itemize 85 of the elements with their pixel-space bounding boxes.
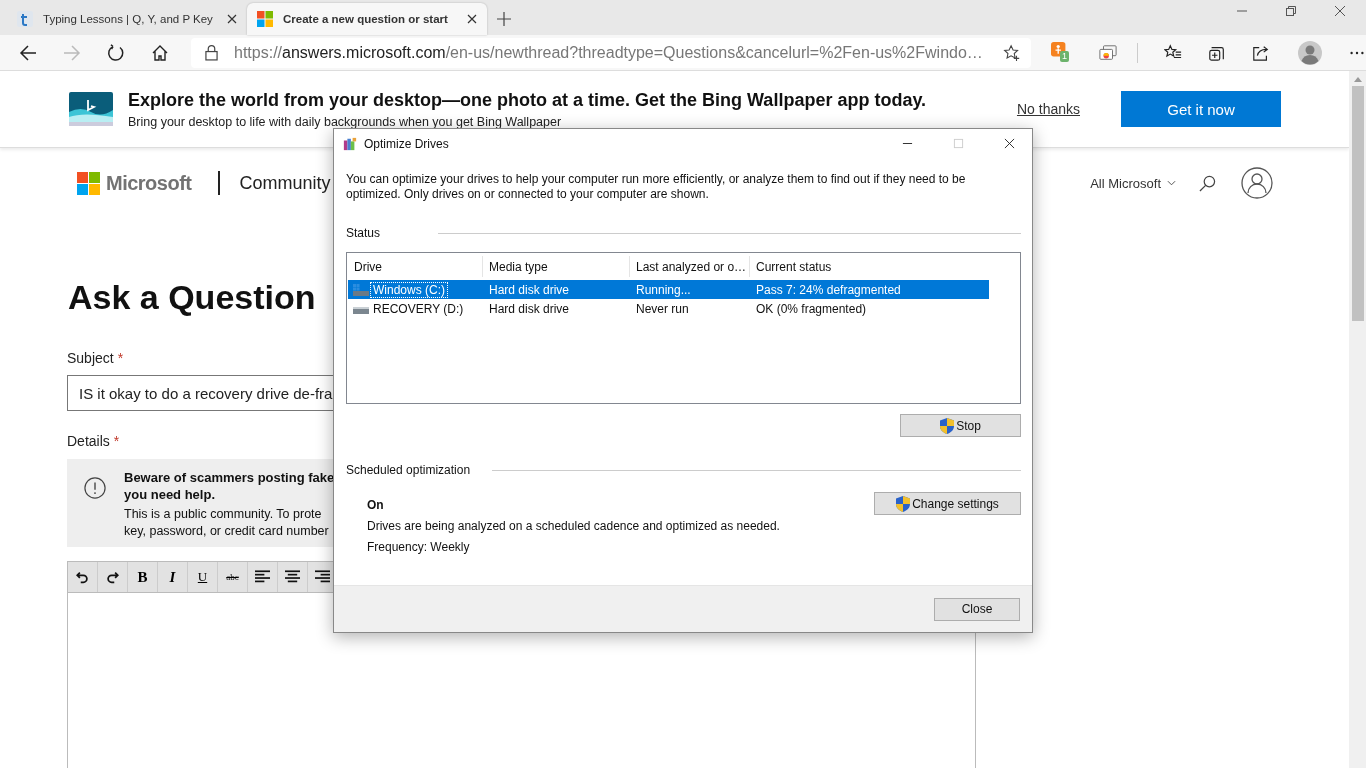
column-header[interactable]: Drive	[348, 256, 482, 277]
stop-button[interactable]: Stop	[900, 414, 1021, 437]
page-heading: Ask a Question	[68, 277, 316, 317]
subject-label: Subject	[67, 350, 114, 366]
notice-title: Beware of scammers posting fake you need help.	[124, 469, 335, 503]
extension-badge: 1	[1060, 50, 1069, 62]
column-header[interactable]: Last analyzed or o…	[629, 256, 749, 277]
redo-icon	[105, 570, 120, 584]
refresh-icon[interactable]	[107, 43, 125, 62]
search-icon[interactable]	[1199, 174, 1216, 192]
underline-button[interactable]: U	[188, 562, 218, 592]
align-right-icon	[315, 570, 330, 584]
align-center-icon	[285, 570, 300, 584]
column-header[interactable]: Current status	[749, 256, 991, 277]
address-bar[interactable]: https://answers.microsoft.com/en-us/newthread?threadtype=Questions&cancelurl=%2Fen-us%2Fwindo…	[191, 37, 1031, 68]
close-icon[interactable]	[1004, 138, 1015, 149]
notice-text: This is a public community. To prote key, password, or credit card number	[124, 506, 330, 540]
no-thanks-link[interactable]: No thanks	[1016, 101, 1080, 117]
browser-tab[interactable]: Typing Lessons | Q, Y, and P Key	[7, 3, 247, 35]
details-label: Details	[67, 433, 110, 449]
drive-row[interactable]: RECOVERY (D:) Hard disk drive Never run OK (0% fragmented)	[348, 299, 989, 318]
lock-icon	[205, 44, 218, 61]
back-icon[interactable]	[19, 43, 37, 62]
brand-name[interactable]: Microsoft	[106, 171, 192, 195]
redo-button[interactable]	[98, 562, 128, 592]
close-icon[interactable]	[467, 14, 477, 24]
microsoft-logo-icon	[77, 171, 100, 195]
restore-icon[interactable]	[1285, 4, 1297, 17]
get-it-now-button[interactable]: Get it now	[1121, 91, 1281, 127]
schedule-state: On	[367, 498, 385, 512]
home-icon[interactable]	[151, 43, 169, 62]
new-tab-icon[interactable]	[497, 12, 511, 26]
last-analyzed-cell-text: Never run	[635, 300, 690, 318]
required-mark: *	[117, 350, 124, 366]
media-type-cell-text: Hard disk drive	[488, 300, 571, 318]
maximize-icon	[953, 138, 964, 149]
tab-title: Create a new question or start	[283, 13, 449, 25]
bold-button[interactable]: B	[128, 562, 158, 592]
defrag-icon	[343, 136, 357, 151]
intro-text: You can optimize your drives to help your computer run more efficiently, or analyze them to find out if they need to be optimized. Only drives on or connected to your computer are shown.	[346, 172, 967, 202]
section-title[interactable]: Community	[239, 172, 331, 194]
scrollbar-thumb[interactable]	[1351, 86, 1364, 321]
url-text: https://answers.microsoft.com/en-us/newthread?threadtype=Questions&cancelurl=%2Fen-us%2Fwindo…	[234, 43, 984, 62]
current-status-cell-text: OK (0% fragmented)	[755, 300, 868, 318]
add-favorite-icon[interactable]	[1003, 43, 1021, 62]
exclamation-icon	[84, 477, 106, 499]
italic-button[interactable]: I	[158, 562, 188, 592]
align-center-button[interactable]	[278, 562, 308, 592]
drive-row[interactable]: Windows (C:) Hard disk drive Running... Pass 7: 24% defragmented	[348, 280, 989, 299]
profile-avatar-icon[interactable]	[1298, 40, 1322, 65]
browser-tab[interactable]: Create a new question or start	[247, 3, 487, 35]
shield-icon	[940, 417, 955, 434]
last-analyzed-cell-text: Running...	[635, 281, 692, 299]
drive-name: RECOVERY (D:)	[372, 301, 465, 316]
frequency-text: Frequency: Weekly	[367, 540, 471, 554]
tab-title: Typing Lessons | Q, Y, and P Key	[43, 13, 214, 25]
align-left-button[interactable]	[248, 562, 278, 592]
strikethrough-button[interactable]: abc	[218, 562, 248, 592]
undo-button[interactable]	[68, 562, 98, 592]
close-button[interactable]: Close	[934, 597, 1020, 621]
shield-icon	[896, 495, 911, 512]
close-icon[interactable]	[227, 14, 237, 24]
account-icon[interactable]	[1241, 167, 1273, 199]
current-status-cell-text: Pass 7: 24% defragmented	[755, 281, 902, 299]
change-settings-button[interactable]: Change settings	[874, 492, 1021, 515]
undo-icon	[75, 570, 90, 584]
dialog-title: Optimize Drives	[364, 136, 449, 151]
banner-title: Explore the world from your desktop—one photo at a time. Get the Bing Wallpaper app today.	[128, 89, 928, 111]
system-drive-icon	[353, 283, 369, 296]
microsoft-logo-icon	[257, 11, 273, 27]
schedule-description: Drives are being analyzed on a scheduled cadence and optimized as needed.	[367, 519, 780, 533]
letter-t-icon	[17, 11, 33, 27]
share-icon[interactable]	[1252, 43, 1270, 62]
all-microsoft-menu[interactable]: All Microsoft	[1090, 175, 1161, 191]
media-type-cell-text: Hard disk drive	[488, 281, 571, 299]
scheduled-heading: Scheduled optimization	[346, 463, 471, 477]
column-header[interactable]: Media type	[482, 256, 629, 277]
required-mark: *	[113, 433, 120, 449]
align-left-icon	[255, 570, 270, 584]
drive-name: Windows (C:)	[371, 282, 447, 297]
wallpaper-app-icon	[69, 92, 113, 126]
chevron-down-icon	[1167, 180, 1176, 186]
status-heading: Status	[346, 226, 381, 240]
close-icon[interactable]	[1334, 4, 1346, 17]
collections-icon[interactable]	[1099, 43, 1117, 62]
